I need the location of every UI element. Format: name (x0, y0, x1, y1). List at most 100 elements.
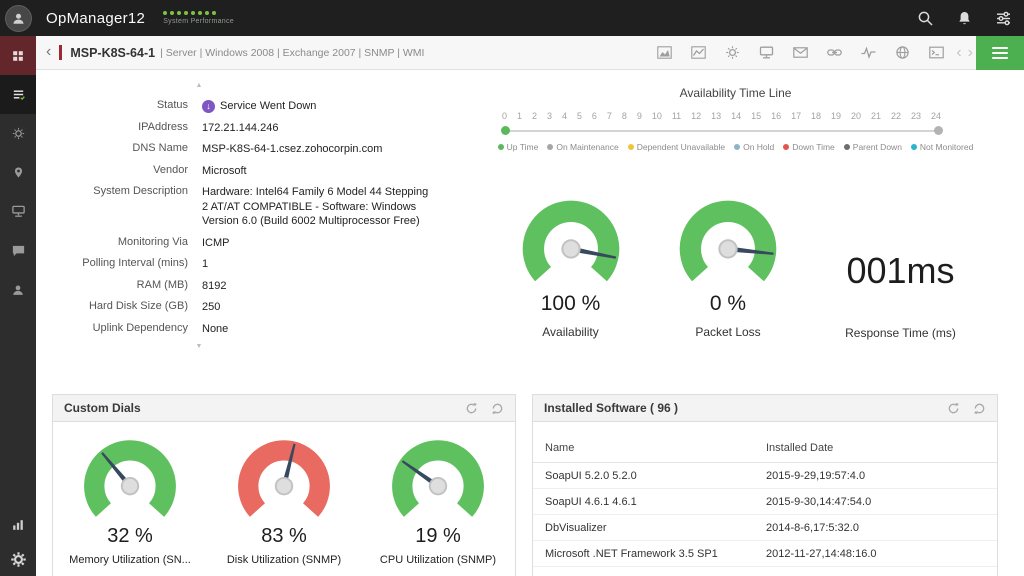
search-icon[interactable] (917, 10, 934, 27)
column-header-name[interactable]: Name (545, 442, 766, 454)
timeline-tick: 4 (562, 111, 567, 121)
list-check-icon (11, 87, 26, 102)
software-row[interactable]: SoapUI 5.2.0 5.2.02015-9-29,19:57:4.0 (533, 463, 997, 489)
legend-label: Down Time (792, 142, 835, 152)
software-table-header: Name Installed Date (533, 434, 997, 463)
network-device-icon (11, 204, 26, 219)
detail-label: Monitoring Via (46, 236, 188, 251)
device-details: ▲ Status ↓ Service Went Down IPAddress 1… (46, 82, 438, 354)
detail-row-sysdesc: System Description Hardware: Intel64 Fam… (46, 185, 438, 229)
sidebar-item-network[interactable] (0, 192, 36, 231)
detail-row-monitoring: Monitoring Via ICMP (46, 236, 438, 251)
response-time-label: Response Time (ms) (803, 326, 998, 340)
timeline-legend: Up TimeOn MaintenanceDependent Unavailab… (478, 142, 993, 152)
panel-actions (947, 402, 986, 415)
alert-icon[interactable] (724, 44, 741, 61)
refresh-icon[interactable] (465, 402, 478, 415)
timeline-title: Availability Time Line (478, 86, 993, 100)
settings-sliders-icon[interactable] (995, 10, 1012, 27)
detail-label: Vendor (46, 164, 188, 179)
sidebar-item-monitors[interactable] (0, 75, 36, 114)
sidebar-item-chat[interactable] (0, 231, 36, 270)
detail-value: ↓ Service Went Down (202, 99, 316, 114)
link-icon[interactable] (826, 44, 843, 61)
detail-label: IPAddress (46, 121, 188, 136)
detail-row-disk: Hard Disk Size (GB) 250 (46, 300, 438, 315)
legend-dot-icon (783, 144, 789, 150)
gauge-arc (72, 432, 188, 525)
disk-gauge-dial (210, 432, 358, 525)
page-prev-chevron-icon[interactable]: ‹ (953, 44, 964, 62)
detail-value: 250 (202, 300, 220, 315)
gauge-hub (276, 478, 292, 494)
back-chevron-icon[interactable]: ‹ (36, 43, 59, 63)
area-chart-icon[interactable] (656, 44, 673, 61)
timeline-tick: 5 (577, 111, 582, 121)
refresh-icon[interactable] (947, 402, 960, 415)
timeline-tick: 16 (771, 111, 781, 121)
memory-gauge-dial (56, 432, 204, 525)
legend-item: Not Monitored (911, 142, 973, 152)
terminal-icon[interactable] (928, 44, 945, 61)
sync-icon[interactable] (973, 402, 986, 415)
device-header-bar: ‹ MSP-K8S-64-1 | Server | Windows 2008 |… (36, 36, 1024, 70)
sidebar-item-settings[interactable] (0, 542, 36, 576)
disk-utilization-dial: 83 % Disk Utilization (SNMP) (210, 432, 358, 566)
sidebar-bottom (0, 508, 36, 576)
timeline-tick: 2 (532, 111, 537, 121)
gauge-hub (122, 478, 138, 494)
legend-dot-icon (628, 144, 634, 150)
software-installed-date: 2015-9-29,19:57:4.0 (766, 470, 985, 482)
globe-icon[interactable] (894, 44, 911, 61)
gauge-hub (562, 240, 579, 257)
software-name: SoapUI 4.6.1 4.6.1 (545, 496, 766, 508)
software-name: Microsoft .NET Framework 3.5 SP1 (545, 548, 766, 560)
system-performance[interactable]: System Performance (163, 11, 234, 25)
service-down-icon: ↓ (202, 100, 215, 113)
timeline-tick: 24 (931, 111, 941, 121)
gauge-hub (719, 240, 736, 257)
detail-label: Status (46, 99, 188, 114)
performance-dots-icon (163, 11, 234, 15)
packet-loss-value: 0 % (653, 292, 803, 316)
scroll-down-icon[interactable]: ▼ (186, 343, 212, 354)
detail-row-uplink: Uplink Dependency None (46, 322, 438, 337)
timeline-tick: 14 (731, 111, 741, 121)
timeline-end-handle[interactable] (934, 126, 943, 135)
sparkline-icon[interactable] (860, 44, 877, 61)
sidebar-item-users[interactable] (0, 270, 36, 309)
severity-bar (59, 45, 62, 60)
timeline-tick: 9 (637, 111, 642, 121)
software-row[interactable]: SoapUI 4.6.1 4.6.12015-9-30,14:47:54.0 (533, 489, 997, 515)
mail-icon[interactable] (792, 44, 809, 61)
sync-icon[interactable] (491, 402, 504, 415)
cpu-label: CPU Utilization (SNMP) (364, 554, 512, 566)
memory-utilization-dial: 32 % Memory Utilization (SN... (56, 432, 204, 566)
sidebar-item-inventory[interactable] (0, 36, 36, 75)
detail-value: MSP-K8S-64-1.csez.zohocorpin.com (202, 142, 382, 157)
menu-button[interactable] (976, 36, 1024, 70)
legend-dot-icon (844, 144, 850, 150)
legend-item: On Maintenance (547, 142, 618, 152)
timeline-start-handle[interactable] (501, 126, 510, 135)
timeline-tick: 7 (607, 111, 612, 121)
notifications-bell-icon[interactable] (956, 10, 973, 27)
software-row[interactable]: DbVisualizer2014-8-6,17:5:32.0 (533, 515, 997, 541)
scroll-up-icon[interactable]: ▲ (186, 82, 212, 93)
timeline-tick: 11 (672, 111, 681, 121)
device-toolbar (656, 44, 945, 61)
grid-icon (11, 49, 25, 63)
timeline-tick: 23 (911, 111, 921, 121)
sidebar-item-maps[interactable] (0, 153, 36, 192)
avatar[interactable] (0, 0, 36, 36)
sidebar-item-alarms[interactable] (0, 114, 36, 153)
detail-label: RAM (MB) (46, 279, 188, 294)
device-monitor-icon[interactable] (758, 44, 775, 61)
device-title-block: MSP-K8S-64-1 | Server | Windows 2008 | E… (59, 45, 424, 60)
page-next-chevron-icon[interactable]: › (965, 44, 976, 62)
column-header-date[interactable]: Installed Date (766, 442, 985, 454)
software-row[interactable]: Microsoft .NET Framework 3.5 SP12012-11-… (533, 541, 997, 567)
sidebar-item-reports[interactable] (0, 508, 36, 542)
detail-row-ip: IPAddress 172.21.144.246 (46, 121, 438, 136)
line-chart-icon[interactable] (690, 44, 707, 61)
